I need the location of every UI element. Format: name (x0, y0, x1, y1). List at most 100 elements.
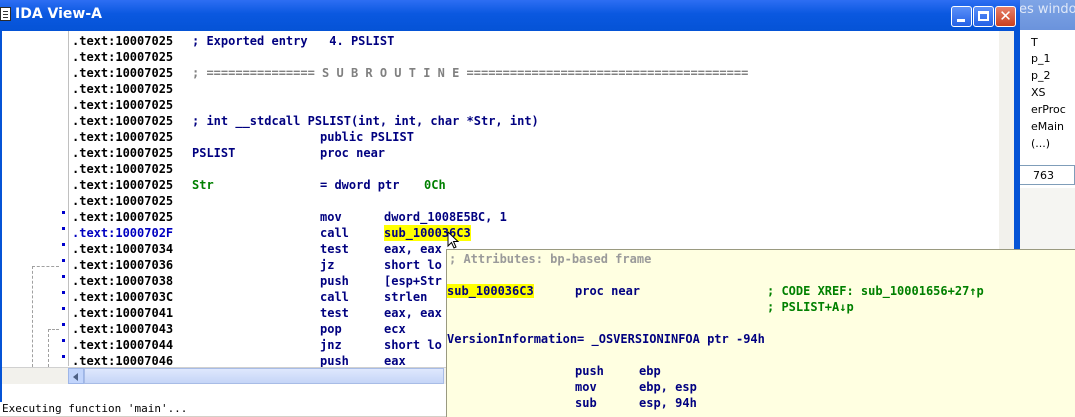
maximize-icon (978, 11, 989, 21)
listing-row[interactable]: .text:10007025 mov dword_1008E5BC, 1 (72, 209, 507, 225)
breakpoint-dot-icon (62, 211, 65, 214)
subroutine-separator: ; =============== S U B R O U T I N E ==… (192, 66, 749, 80)
breakpoint-dot-icon (62, 291, 65, 294)
listing-mnemonic: proc near (320, 146, 386, 160)
breakpoint-dot-icon (62, 227, 65, 230)
background-function-list[interactable]: T p_1 p_2 XS erProc eMain (...) (1018, 30, 1075, 160)
background-value-field[interactable]: 763 (1018, 165, 1075, 185)
listing-row[interactable]: .text:10007025 Str = dword ptr 0Ch (72, 177, 446, 193)
list-item[interactable]: p_2 (1031, 69, 1050, 82)
listing-mnemonic: public PSLIST (320, 130, 414, 144)
listing-mnemonic: call (320, 226, 349, 240)
listing-label[interactable]: PSLIST (192, 145, 235, 161)
listing-row[interactable]: .text:10007043 pop ecx (72, 321, 406, 337)
listing-address: .text:10007025 (72, 146, 174, 160)
listing-row[interactable]: .text:10007034 test eax, eax (72, 241, 442, 257)
horizontal-scroll-thumb[interactable] (84, 368, 444, 384)
hint-code-op: push (575, 364, 604, 378)
list-item[interactable]: p_1 (1031, 52, 1050, 65)
listing-row[interactable]: .text:10007025 public PSLIST (72, 129, 414, 145)
listing-row[interactable]: .text:10007025 (72, 193, 173, 209)
listing-address: .text:10007025 (72, 66, 174, 80)
listing-operand[interactable]: eax, eax (384, 241, 442, 257)
list-item[interactable]: eMain (1031, 120, 1064, 133)
close-button[interactable]: ✕ (995, 6, 1016, 27)
listing-mnemonic: jnz (320, 338, 342, 352)
listing-address: .text:10007036 (72, 258, 174, 272)
breakpoint-dot-icon (62, 259, 65, 262)
listing-row[interactable]: .text:10007036 jz short lo (72, 257, 442, 273)
window-titlebar[interactable]: IDA View-A ✕ (0, 0, 1020, 31)
hint-xref-2: ; PSLIST+A↓p (767, 300, 854, 314)
listing-address: .text:10007025 (72, 178, 174, 192)
jump-arrow (48, 329, 59, 367)
minimize-button[interactable] (951, 6, 972, 27)
listing-row[interactable]: .text:10007025 (72, 49, 173, 65)
breakpoint-dot-icon (62, 243, 65, 246)
listing-row[interactable]: .text:1000703C call strlen (72, 289, 427, 305)
close-icon: ✕ (999, 7, 1012, 25)
listing-operand[interactable]: dword_1008E5BC, 1 (384, 209, 507, 225)
maximize-button[interactable] (973, 6, 994, 27)
listing-mnemonic: = dword ptr (320, 178, 400, 192)
listing-label[interactable]: Str (192, 177, 214, 193)
listing-row[interactable]: .text:10007025 (72, 81, 173, 97)
listing-row[interactable]: .text:10007025 (72, 97, 173, 113)
hint-attributes: ; Attributes: bp-based frame (449, 252, 652, 266)
listing-operand[interactable]: 0Ch (424, 177, 446, 193)
breakpoint-dot-icon (62, 307, 65, 310)
listing-address: .text:1000702F (72, 226, 174, 240)
listing-address: .text:10007025 (72, 162, 174, 176)
listing-operand[interactable]: short lo (384, 337, 442, 353)
function-hint-popup: ; Attributes: bp-based frame sub_100036C… (446, 249, 1075, 417)
status-text: Executing function 'main'... (2, 402, 188, 415)
hint-code-op: sub (575, 396, 597, 410)
list-item[interactable]: (...) (1031, 137, 1050, 150)
listing-row[interactable]: .text:10007025 ; int __stdcall PSLIST(int… (72, 113, 539, 129)
hint-code-op: mov (575, 380, 597, 394)
listing-row[interactable]: .text:10007046 push eax (72, 353, 406, 367)
listing-operand[interactable]: ecx (384, 321, 406, 337)
listing-operand[interactable]: strlen (384, 289, 427, 305)
listing-operand[interactable]: [esp+Str (384, 273, 442, 289)
document-icon[interactable] (0, 7, 11, 21)
listing-mnemonic: test (320, 242, 349, 256)
hint-code-operand: ebp (639, 364, 661, 378)
hint-code-operand: ebp, esp (639, 380, 697, 394)
listing-address: .text:10007025 (72, 82, 174, 96)
listing-row[interactable]: .text:10007025 (72, 161, 173, 177)
listing-row[interactable]: .text:10007025 ; Exported entry 4. PSLIST (72, 33, 394, 49)
list-item[interactable]: T (1031, 36, 1038, 49)
listing-operand[interactable]: eax (384, 353, 406, 367)
listing-row[interactable]: .text:10007038 push [esp+Str (72, 273, 442, 289)
listing-row[interactable]: .text:1000702F call sub_100036C3 (72, 225, 471, 241)
list-item[interactable]: erProc (1031, 103, 1066, 116)
flow-arrow-gutter (2, 31, 69, 367)
listing-address: .text:10007044 (72, 338, 174, 352)
hint-function-op: proc near (575, 284, 641, 298)
gutter-scroll-area (2, 367, 68, 384)
listing-operand[interactable]: eax, eax (384, 305, 442, 321)
hint-function-name: sub_100036C3 (447, 283, 534, 299)
breakpoint-dot-icon (62, 355, 65, 358)
listing-address: .text:10007025 (72, 34, 174, 48)
listing-mnemonic: push (320, 354, 349, 367)
mouse-cursor-icon (447, 231, 460, 249)
listing-row[interactable]: .text:10007041 test eax, eax (72, 305, 442, 321)
minimize-icon (957, 19, 965, 22)
listing-comment: ; int __stdcall PSLIST(int, int, char *S… (192, 114, 539, 128)
listing-operand[interactable]: short lo (384, 257, 442, 273)
scroll-left-button[interactable] (68, 368, 84, 384)
listing-row[interactable]: .text:10007044 jnz short lo (72, 337, 442, 353)
listing-address: .text:10007043 (72, 322, 174, 336)
listing-row[interactable]: .text:10007025 PSLIST proc near (72, 145, 385, 161)
list-item[interactable]: XS (1031, 86, 1046, 99)
hint-function-name-text: sub_100036C3 (447, 284, 534, 298)
listing-mnemonic: mov (320, 210, 342, 224)
horizontal-scrollbar[interactable] (68, 367, 448, 384)
listing-mnemonic: pop (320, 322, 342, 336)
listing-row[interactable]: .text:10007025 ; =============== S U B R … (72, 65, 748, 81)
listing-address: .text:10007041 (72, 306, 174, 320)
listing-mnemonic: test (320, 306, 349, 320)
listing-address: .text:10007025 (72, 98, 174, 112)
